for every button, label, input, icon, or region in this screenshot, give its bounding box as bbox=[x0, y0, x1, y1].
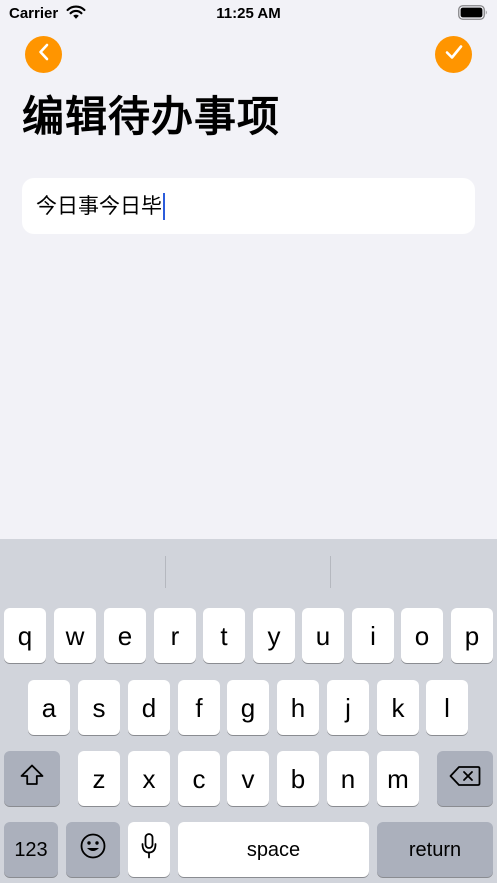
key-u[interactable]: u bbox=[302, 608, 344, 663]
key-p[interactable]: p bbox=[451, 608, 493, 663]
return-key[interactable]: return bbox=[377, 822, 493, 877]
key-q[interactable]: q bbox=[4, 608, 46, 663]
key-r[interactable]: r bbox=[154, 608, 196, 663]
dictation-key[interactable] bbox=[128, 822, 170, 877]
key-o[interactable]: o bbox=[401, 608, 443, 663]
status-bar: Carrier 11:25 AM bbox=[0, 0, 497, 28]
key-h[interactable]: h bbox=[277, 680, 319, 735]
status-time: 11:25 AM bbox=[216, 5, 281, 22]
key-m[interactable]: m bbox=[377, 751, 419, 806]
numbers-key[interactable]: 123 bbox=[4, 822, 58, 877]
todo-input-value: 今日事今日毕 bbox=[36, 194, 162, 218]
shift-key[interactable] bbox=[4, 751, 60, 806]
key-a[interactable]: a bbox=[28, 680, 70, 735]
page-title: 编辑待办事项 bbox=[22, 92, 281, 141]
keyboard: q w e r t y u i o p a s d f g h j k l z … bbox=[0, 539, 497, 883]
space-key[interactable]: space bbox=[178, 822, 369, 877]
key-v[interactable]: v bbox=[227, 751, 269, 806]
todo-input[interactable]: 今日事今日毕 bbox=[22, 178, 475, 234]
key-d[interactable]: d bbox=[128, 680, 170, 735]
suggestion-divider bbox=[330, 556, 331, 588]
key-f[interactable]: f bbox=[178, 680, 220, 735]
key-l[interactable]: l bbox=[426, 680, 468, 735]
chevron-left-icon bbox=[37, 43, 51, 66]
key-x[interactable]: x bbox=[128, 751, 170, 806]
suggestion-divider bbox=[165, 556, 166, 588]
emoji-icon bbox=[79, 832, 107, 867]
shift-icon bbox=[19, 763, 45, 794]
battery-icon bbox=[458, 5, 488, 25]
key-k[interactable]: k bbox=[377, 680, 419, 735]
microphone-icon bbox=[140, 832, 158, 867]
back-button[interactable] bbox=[25, 36, 62, 73]
key-y[interactable]: y bbox=[253, 608, 295, 663]
key-j[interactable]: j bbox=[327, 680, 369, 735]
key-g[interactable]: g bbox=[227, 680, 269, 735]
key-w[interactable]: w bbox=[54, 608, 96, 663]
key-b[interactable]: b bbox=[277, 751, 319, 806]
key-c[interactable]: c bbox=[178, 751, 220, 806]
done-button[interactable] bbox=[435, 36, 472, 73]
text-cursor bbox=[163, 192, 165, 220]
backspace-icon bbox=[449, 763, 481, 794]
key-n[interactable]: n bbox=[327, 751, 369, 806]
checkmark-icon bbox=[444, 43, 464, 66]
key-z[interactable]: z bbox=[78, 751, 120, 806]
key-e[interactable]: e bbox=[104, 608, 146, 663]
key-t[interactable]: t bbox=[203, 608, 245, 663]
delete-key[interactable] bbox=[437, 751, 493, 806]
key-s[interactable]: s bbox=[78, 680, 120, 735]
key-i[interactable]: i bbox=[352, 608, 394, 663]
emoji-key[interactable] bbox=[66, 822, 120, 877]
